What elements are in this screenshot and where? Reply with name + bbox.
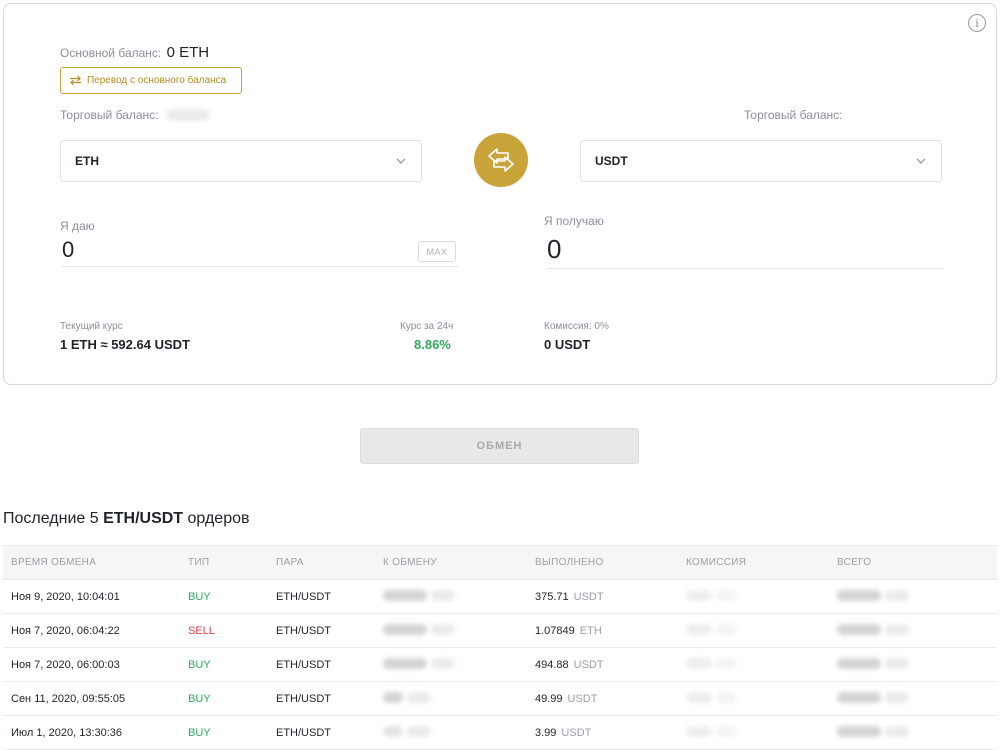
- give-amount-field[interactable]: [62, 233, 458, 267]
- to-currency-select[interactable]: USDT: [580, 140, 942, 182]
- row-done: 494.88 USDT: [535, 659, 604, 671]
- fee-value: 0 USDT: [544, 337, 591, 352]
- trade-balance-right: Торговый баланс:: [744, 108, 843, 122]
- row-amount-blurred: [383, 691, 431, 706]
- row-amount-blurred: [383, 725, 431, 740]
- row-type: SELL: [188, 624, 215, 637]
- orders-table: ВРЕМЯ ОБМЕНА ТИП ПАРА К ОБМЕНУ ВЫПОЛНЕНО…: [3, 545, 997, 750]
- from-currency-select[interactable]: ETH: [60, 140, 422, 182]
- fee-label: Комиссия: 0%: [544, 321, 609, 332]
- row-pair: ETH/USDT: [276, 624, 331, 637]
- row-done-value: 494.88: [535, 658, 569, 671]
- give-label: Я даю: [60, 219, 95, 233]
- row-done: 3.99 USDT: [535, 727, 591, 739]
- row-done-value: 1.07849: [535, 624, 575, 637]
- header-type: ТИП: [188, 557, 210, 568]
- table-header: ВРЕМЯ ОБМЕНА ТИП ПАРА К ОБМЕНУ ВЫПОЛНЕНО…: [3, 545, 997, 580]
- transfer-button-label: Перевод с основного баланса: [87, 75, 227, 86]
- header-total: ВСЕГО: [837, 557, 872, 568]
- row-pair: ETH/USDT: [276, 692, 331, 705]
- orders-title-prefix: Последние 5: [3, 510, 104, 527]
- transfer-arrows-icon: [70, 75, 81, 86]
- trade-balance-value-blurred: [166, 109, 211, 121]
- orders-title-suffix: ордеров: [183, 510, 250, 527]
- row-pair: ETH/USDT: [276, 726, 331, 739]
- give-amount-input[interactable]: [62, 233, 458, 266]
- row-time: Ноя 9, 2020, 10:04:01: [11, 590, 120, 603]
- main-balance-label: Основной баланс:: [60, 46, 162, 60]
- transfer-from-main-button[interactable]: Перевод с основного баланса: [60, 67, 242, 94]
- row-time: Ноя 7, 2020, 06:04:22: [11, 624, 120, 637]
- row-time: Ноя 7, 2020, 06:00:03: [11, 658, 120, 671]
- row-done: 375.71 USDT: [535, 591, 604, 603]
- to-currency-value: USDT: [595, 154, 628, 168]
- row-done-unit: USDT: [573, 658, 604, 671]
- row-done-unit: USDT: [567, 692, 598, 705]
- orders-title: Последние 5 ETH/USDT ордеров: [3, 510, 249, 528]
- row-fee-blurred: [686, 691, 736, 706]
- chevron-down-icon: [396, 158, 406, 164]
- trade-balance-label: Торговый баланс:: [60, 108, 159, 122]
- table-row: Ноя 9, 2020, 10:04:01 BUY ETH/USDT 375.7…: [3, 580, 997, 614]
- header-done: ВЫПОЛНЕНО: [535, 557, 604, 568]
- row-fee-blurred: [686, 623, 736, 638]
- row-time: Сен 11, 2020, 09:55:05: [11, 692, 126, 705]
- current-rate-value: 1 ETH ≈ 592.64 USDT: [60, 337, 190, 352]
- row-type: BUY: [188, 726, 211, 739]
- change-24h-label: Курс за 24ч: [400, 321, 454, 332]
- row-amount-blurred: [383, 657, 455, 672]
- swap-currencies-button[interactable]: [474, 133, 528, 187]
- row-done-value: 375.71: [535, 590, 569, 603]
- row-amount-blurred: [383, 623, 455, 638]
- info-icon[interactable]: i: [968, 14, 986, 32]
- row-amount-blurred: [383, 589, 455, 604]
- get-label: Я получаю: [544, 214, 604, 228]
- table-row: Июл 1, 2020, 13:30:36 BUY ETH/USDT 3.99 U…: [3, 716, 997, 750]
- row-type: BUY: [188, 692, 211, 705]
- max-button[interactable]: MAX: [418, 241, 456, 262]
- row-fee-blurred: [686, 725, 736, 740]
- row-type: BUY: [188, 658, 211, 671]
- header-pair: ПАРА: [276, 557, 304, 568]
- row-total-blurred: [837, 589, 909, 604]
- current-rate-label: Текущий курс: [60, 321, 123, 332]
- row-done-unit: USDT: [573, 590, 604, 603]
- row-pair: ETH/USDT: [276, 590, 331, 603]
- main-balance: Основной баланс: 0 ETH: [60, 44, 209, 61]
- chevron-down-icon: [916, 158, 926, 164]
- row-done-value: 49.99: [535, 692, 563, 705]
- get-amount-field[interactable]: [547, 230, 943, 269]
- row-total-blurred: [837, 725, 909, 740]
- header-amount: К ОБМЕНУ: [383, 557, 437, 568]
- header-time: ВРЕМЯ ОБМЕНА: [11, 557, 97, 568]
- row-fee-blurred: [686, 589, 736, 604]
- row-type: BUY: [188, 590, 211, 603]
- change-24h-value: 8.86%: [414, 337, 451, 352]
- row-fee-blurred: [686, 657, 736, 672]
- exchange-button[interactable]: ОБМЕН: [360, 428, 639, 464]
- row-time: Июл 1, 2020, 13:30:36: [11, 726, 123, 739]
- row-done-unit: USDT: [561, 726, 592, 739]
- row-pair: ETH/USDT: [276, 658, 331, 671]
- main-balance-value: 0 ETH: [166, 44, 210, 61]
- from-currency-value: ETH: [75, 154, 99, 168]
- table-row: Сен 11, 2020, 09:55:05 BUY ETH/USDT 49.9…: [3, 682, 997, 716]
- exchange-card: i Основной баланс: 0 ETH Перевод с основ…: [3, 3, 997, 385]
- swap-arrows-icon: [488, 148, 514, 172]
- row-total-blurred: [837, 691, 909, 706]
- row-done-value: 3.99: [535, 726, 557, 739]
- table-row: Ноя 7, 2020, 06:04:22 SELL ETH/USDT 1.07…: [3, 614, 997, 648]
- row-done-unit: ETH: [579, 624, 602, 637]
- get-amount-input[interactable]: [547, 230, 943, 268]
- orders-title-pair: ETH/USDT: [103, 510, 184, 527]
- trade-balance-left: Торговый баланс:: [60, 108, 211, 122]
- table-row: Ноя 7, 2020, 06:00:03 BUY ETH/USDT 494.8…: [3, 648, 997, 682]
- row-total-blurred: [837, 657, 909, 672]
- header-fee: КОМИССИЯ: [686, 557, 747, 568]
- row-done: 49.99 USDT: [535, 693, 597, 705]
- row-total-blurred: [837, 623, 909, 638]
- row-done: 1.07849 ETH: [535, 625, 602, 637]
